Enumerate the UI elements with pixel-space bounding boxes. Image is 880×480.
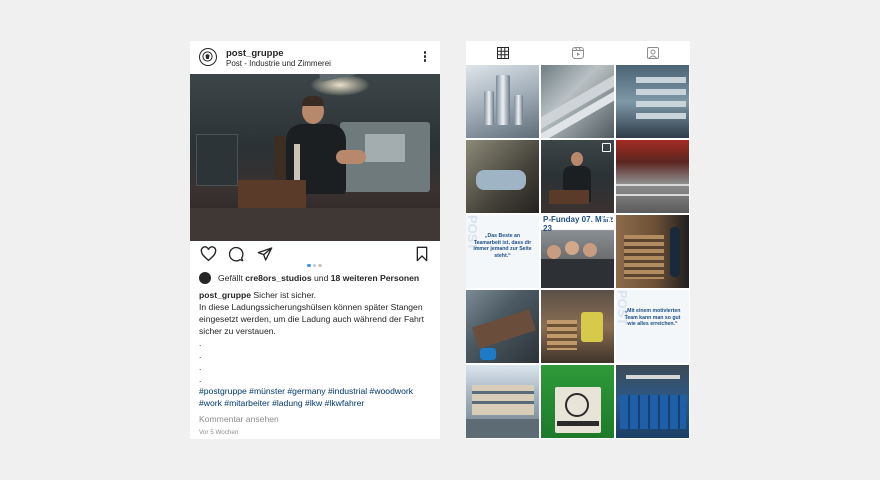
logo-icon: [202, 51, 213, 62]
grid-post-thumbnail[interactable]: [616, 140, 689, 213]
quote-text: „Das Beste an Teamarbeit ist, dass dir i…: [473, 233, 532, 259]
grid-icon: [497, 47, 509, 59]
heart-icon[interactable]: [200, 246, 217, 262]
post-header: post_gruppe Post - Industrie und Zimmere…: [190, 41, 440, 74]
carousel-indicator: [307, 254, 324, 272]
grid-post-thumbnail[interactable]: [616, 215, 689, 288]
comment-icon[interactable]: [228, 246, 244, 262]
view-comments-link[interactable]: Kommentar ansehen: [199, 414, 279, 424]
likes-summary[interactable]: Gefällt cre8ors_studios und 18 weiteren …: [218, 273, 419, 283]
post-photo[interactable]: [190, 74, 440, 241]
share-icon[interactable]: [257, 246, 273, 262]
tagged-icon: [647, 47, 659, 59]
tab-posts[interactable]: [466, 41, 540, 65]
more-options-icon[interactable]: [422, 51, 428, 65]
likes-count[interactable]: 18 weiteren Personen: [331, 273, 419, 283]
caption-line-1: Sicher ist sicher.: [251, 290, 316, 300]
grid-post-thumbnail[interactable]: [466, 140, 539, 213]
liker-username[interactable]: cre8ors_studios: [245, 273, 311, 283]
carousel-icon: [602, 218, 611, 227]
grid-post-thumbnail[interactable]: [466, 65, 539, 138]
instagram-post-card: post_gruppe Post - Industrie und Zimmere…: [190, 41, 440, 439]
tab-reels[interactable]: [541, 41, 615, 65]
profile-avatar[interactable]: [199, 48, 217, 66]
grid-post-thumbnail[interactable]: POST „Mit einem motivierten Team kann ma…: [616, 290, 689, 363]
screenshot-frame: post_gruppe Post - Industrie und Zimmere…: [0, 0, 880, 480]
caption-line-2: In diese Ladungssicherungshülsen können …: [199, 302, 425, 336]
grid-post-thumbnail[interactable]: [466, 365, 539, 438]
profile-grid-panel: POST „Das Beste an Teamarbeit ist, dass …: [466, 41, 690, 439]
profile-tabs: [466, 41, 690, 65]
post-location[interactable]: Post - Industrie und Zimmerei: [226, 59, 331, 68]
grid-post-thumbnail[interactable]: [616, 365, 689, 438]
carousel-icon: [602, 143, 611, 152]
liker-avatar[interactable]: [199, 272, 211, 284]
caption-hashtags[interactable]: #postgruppe #münster #germany #industria…: [199, 385, 435, 409]
reels-icon: [572, 47, 584, 59]
caption-dot: .: [199, 338, 202, 348]
carousel-dot: [318, 263, 322, 267]
post-username[interactable]: post_gruppe: [226, 48, 284, 59]
bookmark-icon[interactable]: [415, 246, 429, 262]
post-actions-bar: [190, 246, 440, 268]
grid-post-thumbnail[interactable]: POST „Das Beste an Teamarbeit ist, dass …: [466, 215, 539, 288]
grid-post-thumbnail[interactable]: [541, 65, 614, 138]
post-timestamp: Vor 5 Wochen: [199, 429, 239, 436]
tab-tagged[interactable]: [616, 41, 690, 65]
post-grid: POST „Das Beste an Teamarbeit ist, dass …: [466, 65, 690, 439]
post-caption: post_gruppe Sicher ist sicher. In diese …: [199, 289, 435, 409]
likes-prefix: Gefällt: [218, 273, 246, 283]
caption-username[interactable]: post_gruppe: [199, 290, 251, 300]
likes-mid: und: [311, 273, 331, 283]
caption-dot: .: [199, 350, 202, 360]
grid-post-thumbnail[interactable]: [541, 290, 614, 363]
grid-post-thumbnail[interactable]: [541, 365, 614, 438]
quote-text: „Mit einem motivierten Team kann man so …: [624, 308, 681, 327]
caption-dot: .: [199, 374, 202, 384]
carousel-dot-active: [307, 263, 311, 267]
grid-post-thumbnail[interactable]: [466, 290, 539, 363]
grid-post-thumbnail[interactable]: P-Funday 07. März 23: [541, 215, 614, 288]
caption-dot: .: [199, 362, 202, 372]
grid-post-thumbnail[interactable]: [541, 140, 614, 213]
grid-post-thumbnail[interactable]: [616, 65, 689, 138]
carousel-dot: [312, 263, 316, 267]
